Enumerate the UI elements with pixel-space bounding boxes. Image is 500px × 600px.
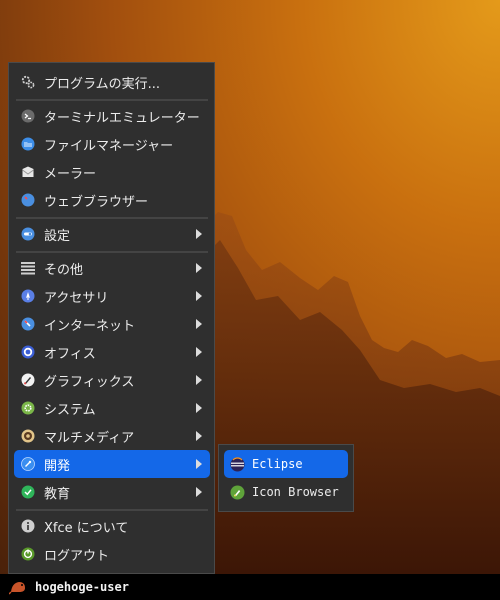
globe-icon xyxy=(21,317,35,331)
menu-item-label: インターネット xyxy=(44,318,136,334)
submenu-arrow-icon xyxy=(196,347,202,357)
office-icon xyxy=(21,345,35,359)
menu-item-multimedia[interactable]: マルチメディア xyxy=(14,422,210,450)
menu-item-web-browser[interactable]: ウェブブラウザー xyxy=(14,186,210,214)
menu-item-education[interactable]: 教育 xyxy=(14,478,210,506)
menu-item-label: ログアウト xyxy=(44,548,110,564)
submenu-arrow-icon xyxy=(196,319,202,329)
menu-item-system[interactable]: システム xyxy=(14,394,210,422)
menu-item-label: アクセサリ xyxy=(44,290,109,306)
mail-icon xyxy=(21,165,35,179)
menu-separator xyxy=(16,99,208,101)
submenu-arrow-icon xyxy=(196,229,202,239)
menu-item-settings[interactable]: 設定 xyxy=(14,220,210,248)
taskbar: hogehoge-user xyxy=(0,574,500,600)
menu-item-label: システム xyxy=(44,402,96,418)
info-icon xyxy=(21,519,35,533)
eclipse-icon xyxy=(230,456,245,472)
graphics-icon xyxy=(21,373,35,387)
menu-item-label: ウェブブラウザー xyxy=(44,194,149,210)
menu-item-file-manager[interactable]: ファイルマネージャー xyxy=(14,130,210,158)
accessories-icon xyxy=(21,289,35,303)
menu-item-label: マルチメディア xyxy=(44,430,135,446)
development-icon xyxy=(21,457,35,471)
menu-item-label: 設定 xyxy=(44,228,71,244)
menu-item-label: グラフィックス xyxy=(44,374,135,390)
menu-item-run-program[interactable]: プログラムの実行... xyxy=(14,68,210,96)
logout-icon xyxy=(21,547,35,561)
menu-item-mailer[interactable]: メーラー xyxy=(14,158,210,186)
system-gear-icon xyxy=(21,401,35,415)
submenu-arrow-icon xyxy=(196,403,202,413)
menu-item-label: Xfce について xyxy=(44,520,129,536)
submenu-arrow-icon xyxy=(196,487,202,497)
menu-item-label: 開発 xyxy=(44,458,71,474)
menu-item-internet[interactable]: インターネット xyxy=(14,310,210,338)
menu-item-logout[interactable]: ログアウト xyxy=(14,540,210,568)
submenu-arrow-icon xyxy=(196,459,202,469)
submenu-arrow-icon xyxy=(196,431,202,441)
menu-separator xyxy=(16,251,208,253)
compass-icon xyxy=(21,193,35,207)
icon-browser-icon xyxy=(230,485,245,500)
xfce-mouse-icon[interactable] xyxy=(9,579,27,595)
submenu-item-label: Icon Browser xyxy=(252,485,339,499)
menu-item-label: ファイルマネージャー xyxy=(44,138,174,154)
menu-item-label: ターミナルエミュレーター xyxy=(44,110,200,126)
list-icon xyxy=(21,261,35,275)
menu-separator xyxy=(16,217,208,219)
menu-item-about-xfce[interactable]: Xfce について xyxy=(14,512,210,540)
submenu-item-eclipse[interactable]: Eclipse xyxy=(224,450,348,478)
menu-item-other[interactable]: その他 xyxy=(14,254,210,282)
username-label[interactable]: hogehoge-user xyxy=(35,580,129,594)
terminal-icon xyxy=(21,109,35,123)
menu-item-terminal[interactable]: ターミナルエミュレーター xyxy=(14,102,210,130)
education-icon xyxy=(21,485,35,499)
menu-item-label: その他 xyxy=(44,262,84,278)
applications-menu: プログラムの実行... ターミナルエミュレーター ファイルマネージャー メーラー… xyxy=(8,62,215,574)
submenu-item-icon-browser[interactable]: Icon Browser xyxy=(224,478,348,506)
folder-icon xyxy=(21,137,35,151)
submenu-item-label: Eclipse xyxy=(252,457,303,471)
gears-icon xyxy=(21,75,35,89)
menu-item-label: メーラー xyxy=(44,166,97,182)
submenu-arrow-icon xyxy=(196,291,202,301)
development-submenu: Eclipse Icon Browser xyxy=(218,444,354,512)
submenu-arrow-icon xyxy=(196,375,202,385)
menu-item-office[interactable]: オフィス xyxy=(14,338,210,366)
menu-item-accessories[interactable]: アクセサリ xyxy=(14,282,210,310)
menu-item-graphics[interactable]: グラフィックス xyxy=(14,366,210,394)
settings-toggle-icon xyxy=(21,227,35,241)
submenu-arrow-icon xyxy=(196,263,202,273)
menu-item-label: プログラムの実行... xyxy=(44,76,161,92)
multimedia-icon xyxy=(21,429,35,443)
menu-separator xyxy=(16,509,208,511)
menu-item-label: オフィス xyxy=(44,346,96,362)
menu-item-development[interactable]: 開発 xyxy=(14,450,210,478)
menu-item-label: 教育 xyxy=(44,486,71,502)
